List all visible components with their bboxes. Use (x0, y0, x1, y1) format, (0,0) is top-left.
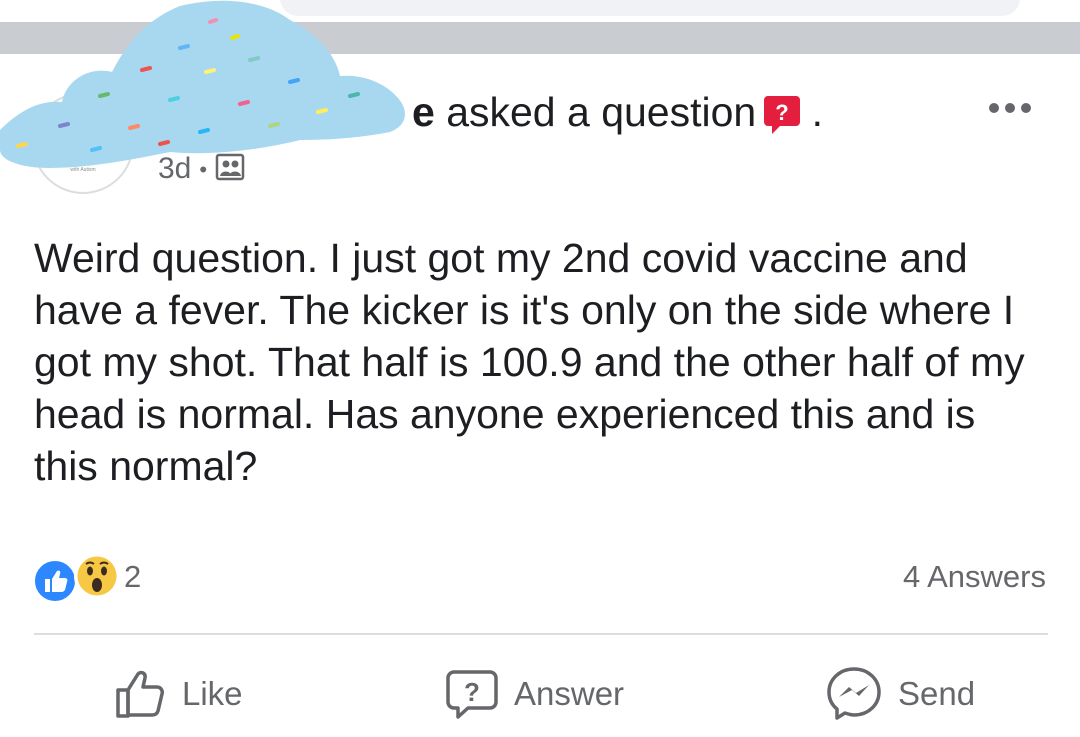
post-body: Weird question. I just got my 2nd covid … (34, 235, 1025, 489)
author-avatar[interactable]: I Someone with Autism (32, 92, 134, 194)
thumbs-up-icon (116, 670, 164, 718)
answer-button[interactable]: ? Answer (446, 664, 624, 724)
avatar-caption-main: I Someone (66, 158, 100, 165)
like-reaction-icon (32, 558, 78, 604)
svg-text:?: ? (775, 100, 788, 125)
messenger-icon (827, 667, 881, 720)
header-text: asked a question (434, 89, 757, 135)
like-button[interactable]: Like (114, 664, 243, 724)
feed-separator (0, 22, 1080, 54)
question-bubble-icon: ? (446, 670, 498, 719)
send-button[interactable]: Send (826, 664, 975, 724)
avatar-caption: I Someone with Autism (34, 158, 132, 174)
avatar-caption-sub: with Autism (70, 167, 96, 173)
author-name[interactable]: e (412, 89, 435, 135)
reaction-count: 2 (124, 559, 142, 594)
post-header: e asked a question ? . (412, 88, 823, 136)
actions-divider (34, 633, 1048, 635)
post-timestamp[interactable]: 3d (158, 152, 191, 185)
post-meta: 3d • (158, 152, 245, 186)
answers-count[interactable]: 4 Answers (903, 559, 1046, 595)
composer-edge (280, 0, 1020, 16)
group-audience-icon (215, 152, 245, 182)
answer-label: Answer (514, 675, 625, 712)
wow-reaction-icon (74, 553, 120, 599)
like-label: Like (182, 675, 243, 712)
question-badge-icon: ? (764, 88, 801, 136)
send-label: Send (898, 675, 976, 712)
top-strip (0, 0, 1080, 22)
svg-text:?: ? (464, 677, 480, 707)
more-options-icon[interactable] (984, 90, 1036, 126)
header-suffix: . (800, 89, 824, 135)
meta-separator: • (199, 157, 208, 183)
